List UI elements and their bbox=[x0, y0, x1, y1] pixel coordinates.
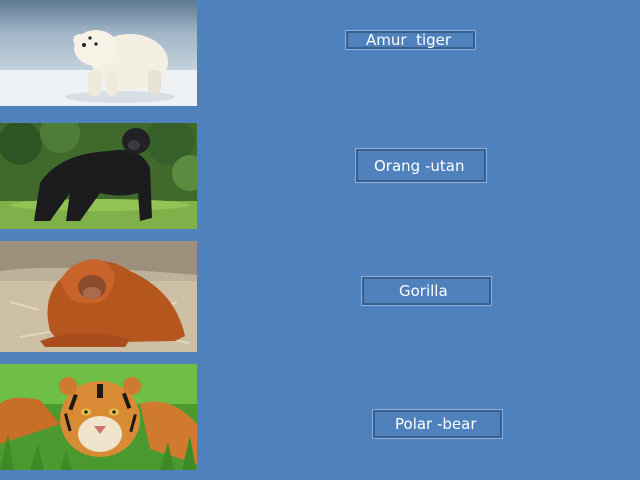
label-box-orang-utan[interactable]: Orang -utan bbox=[355, 148, 487, 183]
label-text: Gorilla bbox=[399, 282, 448, 300]
label-box-amur-tiger[interactable]: Amur tiger bbox=[345, 30, 476, 50]
orangutan-photo[interactable] bbox=[0, 241, 197, 352]
label-text: Polar -bear bbox=[395, 415, 477, 433]
label-box-gorilla[interactable]: Gorilla bbox=[361, 276, 492, 306]
gorilla-photo[interactable] bbox=[0, 123, 197, 229]
label-text: Amur tiger bbox=[366, 31, 452, 49]
polar-bear-photo[interactable] bbox=[0, 0, 197, 106]
label-text: Orang -utan bbox=[374, 156, 465, 175]
label-box-polar-bear[interactable]: Polar -bear bbox=[372, 409, 503, 439]
tiger-photo[interactable] bbox=[0, 364, 197, 470]
